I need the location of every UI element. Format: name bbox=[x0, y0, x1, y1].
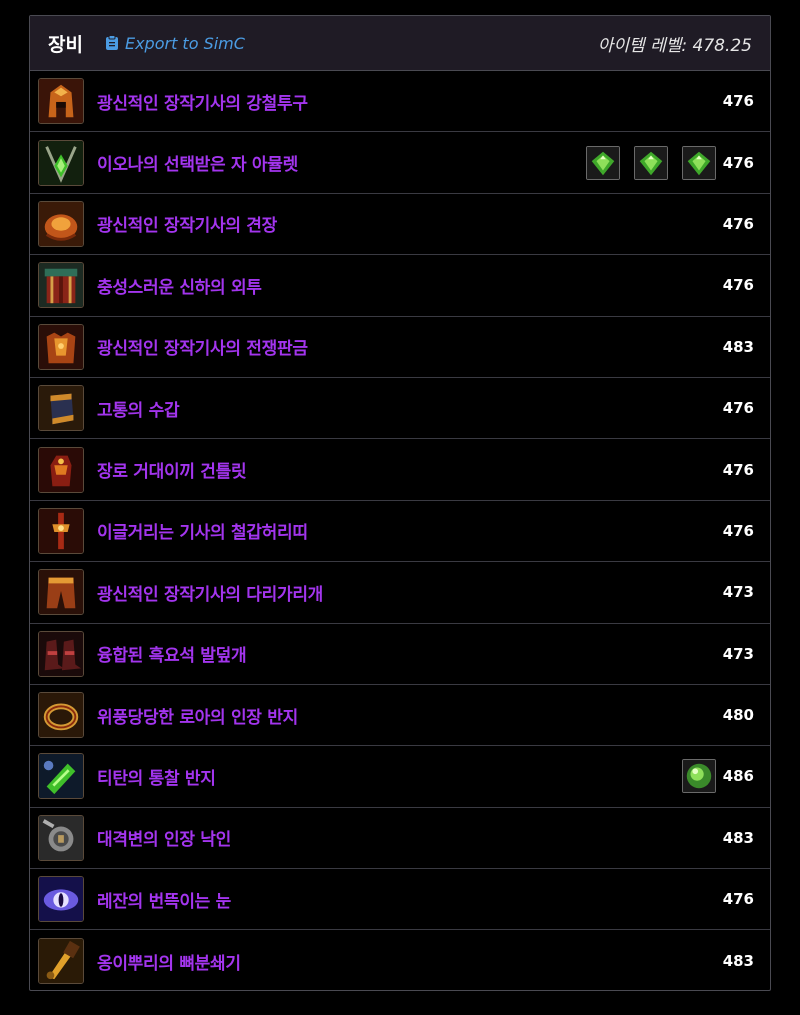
equipment-row[interactable]: 융합된 흑요석 발덮개 473 bbox=[30, 624, 770, 685]
equipment-title: 장비 bbox=[48, 33, 83, 56]
equipment-list: 광신적인 장작기사의 강철투구 476 이오나의 선택받은 자 아뮬렛 476 광신적인… bbox=[30, 71, 770, 992]
item-level: 473 bbox=[722, 644, 754, 663]
legs-icon bbox=[38, 569, 84, 616]
bracer-icon bbox=[38, 385, 84, 432]
gem-icon[interactable] bbox=[682, 759, 716, 794]
item-level: 486 bbox=[722, 767, 754, 786]
trinket-seal-icon bbox=[38, 814, 84, 861]
boots-icon bbox=[38, 630, 84, 677]
equipment-row[interactable]: 광신적인 장작기사의 강철투구 476 bbox=[30, 71, 770, 133]
item-name[interactable]: 고통의 수갑 bbox=[97, 396, 180, 421]
equipment-row[interactable]: 광신적인 장작기사의 다리가리개 473 bbox=[30, 562, 770, 624]
item-level: 476 bbox=[722, 214, 754, 233]
cloak-icon bbox=[38, 262, 84, 309]
item-level: 476 bbox=[722, 92, 754, 111]
item-name[interactable]: 위풍당당한 로아의 인장 반지 bbox=[97, 703, 298, 728]
export-simc-label: Export to SimC bbox=[124, 33, 245, 53]
equipment-row[interactable]: 이오나의 선택받은 자 아뮬렛 476 bbox=[30, 132, 770, 194]
item-level: 483 bbox=[722, 337, 754, 356]
equipment-panel: 장비 Export to SimC 아이템 레벨: 478.25 광신적인 장작… bbox=[29, 15, 771, 991]
item-name[interactable]: 융합된 흑요석 발덮개 bbox=[97, 641, 247, 666]
item-name[interactable]: 광신적인 장작기사의 강철투구 bbox=[97, 89, 308, 114]
equipment-row[interactable]: 광신적인 장작기사의 견장 476 bbox=[30, 194, 770, 256]
amulet-icon bbox=[38, 139, 84, 186]
equipment-row[interactable]: 충성스러운 신하의 외투 476 bbox=[30, 255, 770, 317]
weapon-icon bbox=[38, 938, 84, 985]
shoulder-icon bbox=[38, 200, 84, 247]
equipment-row[interactable]: 대격변의 인장 낙인 483 bbox=[30, 808, 770, 870]
equipment-row[interactable]: 옹이뿌리의 뼈분쇄기 483 bbox=[30, 930, 770, 991]
helm-icon bbox=[38, 78, 84, 125]
clipboard-icon bbox=[105, 35, 119, 51]
item-level: 476 bbox=[722, 890, 754, 909]
item-name[interactable]: 충성스러운 신하의 외투 bbox=[97, 273, 262, 298]
equipment-row[interactable]: 고통의 수갑 476 bbox=[30, 378, 770, 440]
item-name[interactable]: 광신적인 장작기사의 견장 bbox=[97, 211, 277, 236]
item-level: 483 bbox=[722, 952, 754, 971]
item-level: 473 bbox=[722, 583, 754, 602]
item-name[interactable]: 이글거리는 기사의 철갑허리띠 bbox=[97, 518, 308, 543]
equipment-row[interactable]: 광신적인 장작기사의 전쟁판금 483 bbox=[30, 317, 770, 378]
belt-icon bbox=[38, 507, 84, 554]
ring-gem-icon bbox=[38, 753, 84, 800]
gem-sockets bbox=[682, 759, 716, 794]
equipment-row[interactable]: 장로 거대이끼 건틀릿 476 bbox=[30, 439, 770, 501]
equipment-row[interactable]: 티탄의 통찰 반지 486 bbox=[30, 746, 770, 808]
item-level: 476 bbox=[722, 153, 754, 172]
item-level: 480 bbox=[722, 706, 754, 725]
equipment-row[interactable]: 이글거리는 기사의 철갑허리띠 476 bbox=[30, 501, 770, 563]
item-level: 483 bbox=[722, 828, 754, 847]
item-name[interactable]: 옹이뿌리의 뼈분쇄기 bbox=[97, 949, 241, 974]
item-name[interactable]: 광신적인 장작기사의 다리가리개 bbox=[97, 580, 323, 605]
item-name[interactable]: 이오나의 선택받은 자 아뮬렛 bbox=[97, 150, 298, 175]
ring-icon bbox=[38, 692, 84, 739]
item-level: 476 bbox=[722, 399, 754, 418]
item-level: 476 bbox=[722, 460, 754, 479]
item-name[interactable]: 레잔의 번뜩이는 눈 bbox=[97, 887, 231, 912]
equipment-header: 장비 Export to SimC 아이템 레벨: 478.25 bbox=[30, 16, 770, 71]
chest-icon bbox=[38, 323, 84, 370]
gauntlet-icon bbox=[38, 446, 84, 493]
equipment-row[interactable]: 레잔의 번뜩이는 눈 476 bbox=[30, 869, 770, 931]
item-level: 476 bbox=[722, 521, 754, 540]
gem-icon[interactable] bbox=[586, 145, 620, 180]
gem-icon[interactable] bbox=[682, 145, 716, 180]
trinket-eye-icon bbox=[38, 876, 84, 923]
item-name[interactable]: 장로 거대이끼 건틀릿 bbox=[97, 457, 247, 482]
item-name[interactable]: 티탄의 통찰 반지 bbox=[97, 764, 216, 789]
export-simc-button[interactable]: Export to SimC bbox=[105, 34, 245, 53]
gem-sockets bbox=[586, 145, 716, 180]
item-name[interactable]: 광신적인 장작기사의 전쟁판금 bbox=[97, 334, 308, 359]
equipment-row[interactable]: 위풍당당한 로아의 인장 반지 480 bbox=[30, 685, 770, 747]
item-level: 476 bbox=[722, 276, 754, 295]
average-item-level: 아이템 레벨: 478.25 bbox=[597, 35, 752, 56]
item-name[interactable]: 대격변의 인장 낙인 bbox=[97, 825, 231, 850]
gem-icon[interactable] bbox=[634, 145, 668, 180]
